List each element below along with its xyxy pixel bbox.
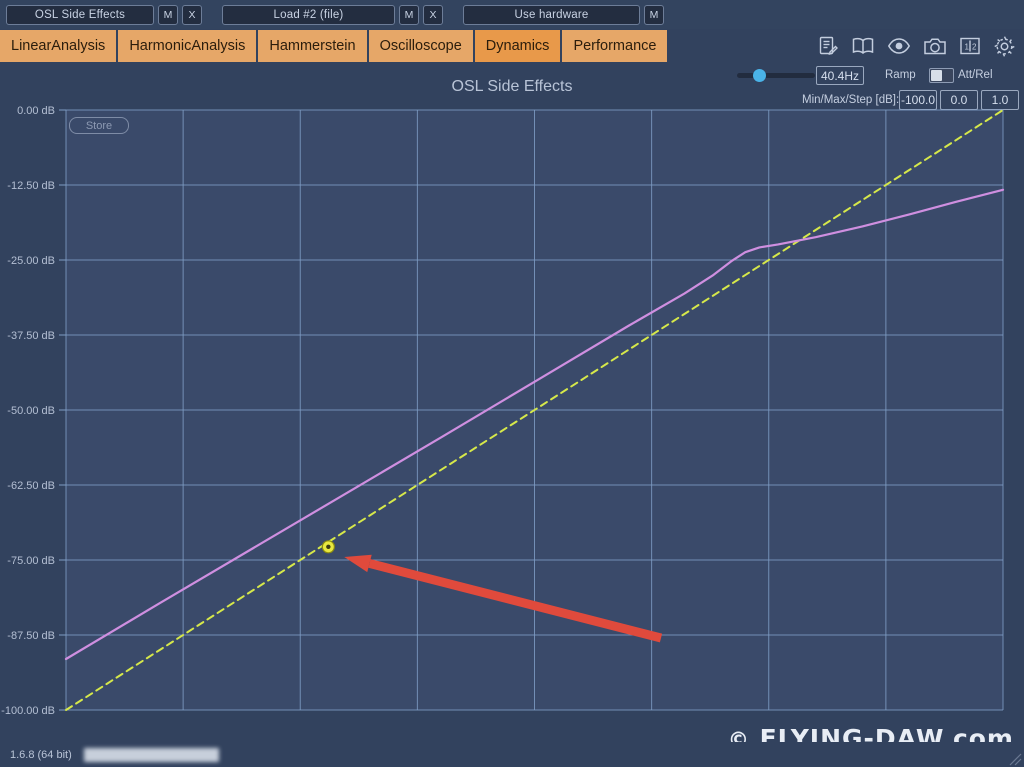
preset-slot-2-mute-button[interactable]: M [399, 4, 419, 25]
eye-icon[interactable] [887, 36, 911, 56]
resize-grip[interactable] [1008, 752, 1022, 766]
tab-oscilloscope[interactable]: Oscilloscope [368, 30, 475, 62]
marker-center-threshold-handle [326, 544, 331, 549]
y-axis-tick-label: 0.00 dB [17, 105, 55, 117]
gear-icon[interactable] [993, 35, 1016, 58]
store-button[interactable]: Store [69, 117, 129, 134]
y-axis-tick-label: -50.00 dB [7, 405, 55, 417]
redacted-license-field [83, 747, 219, 762]
preset-bar: OSL Side Effects M X Load #2 (file) M X … [0, 0, 1024, 29]
x-axis-tick-label: -62.50 dB [394, 719, 442, 720]
status-bar: 1.6.8 (64 bit) [0, 742, 1024, 767]
split-view-1-2-icon[interactable]: 1 2 [959, 36, 981, 56]
x-axis-tick-label: 0.00 dB [984, 719, 1022, 720]
tab-hammerstein[interactable]: Hammerstein [258, 30, 369, 62]
tab-bar: LinearAnalysis HarmonicAnalysis Hammerst… [0, 30, 670, 62]
x-axis-tick-label: -100.00 dB [39, 719, 93, 720]
preset-slot-3[interactable]: Use hardware [463, 4, 640, 25]
y-axis-tick-label: -12.50 dB [7, 180, 55, 192]
tab-harmonic-analysis[interactable]: HarmonicAnalysis [118, 30, 259, 62]
y-axis-tick-label: -62.50 dB [7, 480, 55, 492]
tab-performance[interactable]: Performance [562, 30, 670, 62]
svg-text:2: 2 [972, 43, 977, 52]
camera-icon[interactable] [923, 36, 947, 57]
page-title: OSL Side Effects [451, 78, 573, 95]
toolbar-icons: 1 2 [817, 30, 1016, 62]
y-axis-tick-label: -75.00 dB [7, 555, 55, 567]
plot-canvas[interactable]: 0.00 dB -12.50 dB -25.00 dB -37.50 dB -50.00… [0, 100, 1024, 731]
x-axis-tick-label: -25.00 dB [745, 719, 793, 720]
x-axis-tick-label: -75.00 dB [276, 719, 324, 720]
transfer-curve-plot[interactable]: 0.00 dB -12.50 dB -25.00 dB -37.50 dB -50.00… [0, 100, 1024, 731]
y-axis-tick-label: -37.50 dB [7, 330, 55, 342]
preset-slot-2-clear-button[interactable]: X [423, 4, 443, 25]
preset-slot-1[interactable]: OSL Side Effects [6, 4, 154, 25]
preset-slot-3-mute-button[interactable]: M [644, 4, 664, 25]
tab-linear-analysis[interactable]: LinearAnalysis [0, 30, 119, 62]
notes-edit-icon[interactable] [817, 35, 839, 57]
y-axis-tick-label: -87.50 dB [7, 630, 55, 642]
x-axis-tick-label: -12.50 dB [862, 719, 910, 720]
version-label: 1.6.8 (64 bit) [10, 748, 72, 761]
frequency-slider-track [737, 68, 815, 82]
x-axis-tick-label: -37.50 dB [628, 719, 676, 720]
y-axis-tick-label: -100.00 dB [1, 705, 55, 717]
svg-text:1: 1 [965, 43, 970, 52]
preset-slot-1-mute-button[interactable]: M [158, 4, 178, 25]
preset-slot-1-clear-button[interactable]: X [182, 4, 202, 25]
y-axis-tick-label: -25.00 dB [7, 255, 55, 267]
book-icon[interactable] [851, 36, 875, 56]
tab-dynamics[interactable]: Dynamics [474, 30, 563, 62]
x-axis-tick-label: -87.50 dB [159, 719, 207, 720]
plugin-window: OSL Side Effects M X Load #2 (file) M X … [0, 0, 1024, 767]
preset-slot-2[interactable]: Load #2 (file) [222, 4, 395, 25]
x-axis-tick-label: -50.00 dB [511, 719, 559, 720]
